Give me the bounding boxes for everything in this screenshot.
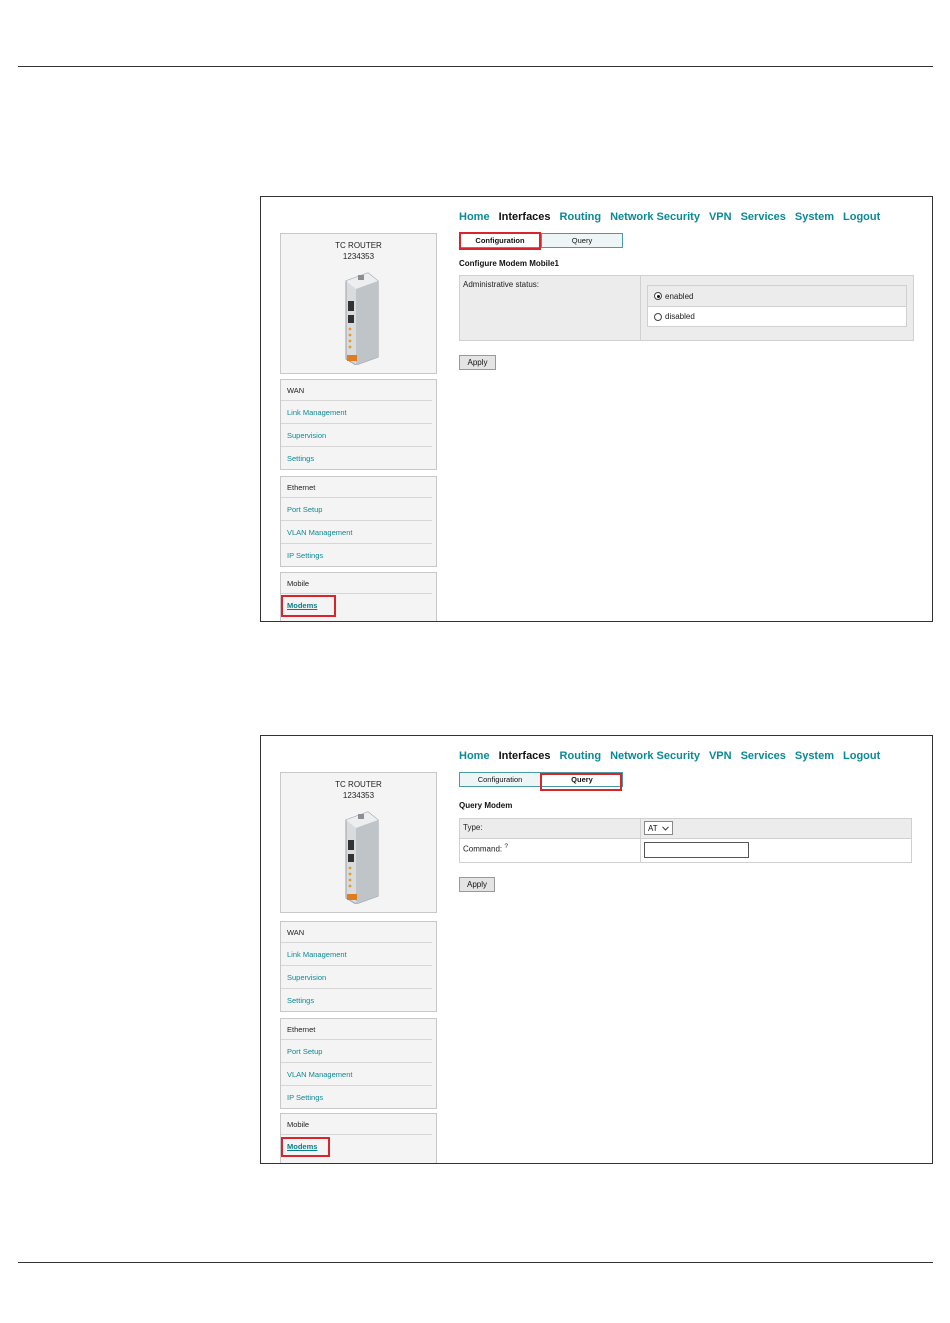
- menu-item-link-management[interactable]: Link Management: [281, 943, 432, 966]
- tab-configuration[interactable]: Configuration: [459, 772, 541, 787]
- admin-status-options: enabled disabled: [641, 276, 913, 340]
- menu-item-supervision[interactable]: Supervision: [281, 966, 432, 989]
- command-input[interactable]: [644, 842, 749, 858]
- nav-logout[interactable]: Logout: [843, 211, 880, 223]
- nav-home[interactable]: Home: [459, 750, 490, 762]
- router-device-icon: [345, 811, 379, 904]
- menu-item-settings[interactable]: Settings: [281, 989, 432, 1011]
- device-panel: TC ROUTER 1234353: [280, 772, 437, 913]
- menu-group-ethernet: Ethernet Port Setup VLAN Management IP S…: [280, 1018, 437, 1109]
- menu-item-port-setup[interactable]: Port Setup: [281, 498, 432, 521]
- option-enabled[interactable]: enabled: [648, 286, 906, 306]
- router-device-icon: [345, 272, 379, 365]
- command-label-cell: Command: ?: [460, 839, 641, 862]
- form-row-command: Command: ?: [460, 839, 911, 862]
- top-navigation: Home Interfaces Routing Network Security…: [459, 211, 880, 223]
- menu-heading-wan: WAN: [281, 380, 432, 401]
- device-id: 1234353: [342, 791, 375, 800]
- menu-item-ip-settings[interactable]: IP Settings: [281, 1086, 432, 1108]
- menu-item-ip-settings[interactable]: IP Settings: [281, 544, 432, 566]
- nav-routing[interactable]: Routing: [560, 750, 602, 762]
- menu-item-vlan-management[interactable]: VLAN Management: [281, 1063, 432, 1086]
- section-title-configure: Configure Modem Mobile1: [459, 259, 559, 268]
- nav-interfaces[interactable]: Interfaces: [499, 211, 551, 223]
- nav-network-security[interactable]: Network Security: [610, 211, 700, 223]
- menu-group-ethernet: Ethernet Port Setup VLAN Management IP S…: [280, 476, 437, 567]
- nav-network-security[interactable]: Network Security: [610, 750, 700, 762]
- device-name: TC ROUTER: [335, 780, 382, 789]
- radio-group: enabled disabled: [647, 285, 907, 327]
- option-disabled[interactable]: disabled: [648, 306, 906, 326]
- device-name: TC ROUTER: [335, 241, 382, 250]
- option-enabled-label: enabled: [665, 291, 694, 301]
- device-panel: TC ROUTER 1234353: [280, 233, 437, 374]
- tab-query[interactable]: Query: [541, 772, 623, 787]
- menu-heading-ethernet: Ethernet: [281, 1019, 432, 1040]
- radio-enabled[interactable]: [654, 292, 662, 300]
- menu-group-mobile: Mobile Modems: [280, 1113, 437, 1163]
- top-rule: [18, 66, 933, 67]
- menu-item-port-setup[interactable]: Port Setup: [281, 1040, 432, 1063]
- nav-home[interactable]: Home: [459, 211, 490, 223]
- command-value: [641, 839, 911, 862]
- menu-item-vlan-management[interactable]: VLAN Management: [281, 521, 432, 544]
- radio-disabled[interactable]: [654, 312, 662, 321]
- nav-services[interactable]: Services: [741, 211, 786, 223]
- menu-item-modems[interactable]: Modems: [281, 594, 432, 616]
- type-label: Type:: [460, 819, 641, 838]
- tab-bar: Configuration Query: [459, 233, 623, 248]
- option-disabled-label: disabled: [665, 312, 695, 321]
- command-label: Command:: [463, 844, 503, 854]
- menu-group-wan: WAN Link Management Supervision Settings: [280, 379, 437, 470]
- device-id: 1234353: [342, 252, 375, 261]
- nav-system[interactable]: System: [795, 211, 834, 223]
- section-title-query: Query Modem: [459, 801, 513, 810]
- menu-item-settings[interactable]: Settings: [281, 447, 432, 469]
- nav-vpn[interactable]: VPN: [709, 211, 732, 223]
- form-row-type: Type: AT: [460, 819, 911, 839]
- menu-item-modems[interactable]: Modems: [281, 1135, 432, 1157]
- menu-heading-mobile: Mobile: [281, 1114, 432, 1135]
- tab-bar: Configuration Query: [459, 772, 623, 787]
- nav-routing[interactable]: Routing: [560, 211, 602, 223]
- menu-heading-ethernet: Ethernet: [281, 477, 432, 498]
- menu-item-supervision[interactable]: Supervision: [281, 424, 432, 447]
- menu-heading-wan: WAN: [281, 922, 432, 943]
- menu-group-mobile: Mobile Modems: [280, 572, 437, 621]
- admin-status-label: Administrative status:: [460, 276, 641, 340]
- query-form: Type: AT Command: ?: [459, 818, 912, 863]
- type-select[interactable]: AT: [644, 821, 673, 835]
- apply-button[interactable]: Apply: [459, 355, 496, 370]
- menu-group-wan: WAN Link Management Supervision Settings: [280, 921, 437, 1012]
- menu-heading-mobile: Mobile: [281, 573, 432, 594]
- screenshot-query: Home Interfaces Routing Network Security…: [260, 735, 933, 1164]
- tab-configuration[interactable]: Configuration: [459, 233, 541, 248]
- apply-button[interactable]: Apply: [459, 877, 495, 892]
- help-icon[interactable]: ?: [504, 843, 508, 850]
- type-value: AT: [641, 819, 911, 838]
- screenshot-configuration: Home Interfaces Routing Network Security…: [260, 196, 933, 622]
- type-select-value: AT: [648, 823, 658, 833]
- nav-vpn[interactable]: VPN: [709, 750, 732, 762]
- nav-interfaces[interactable]: Interfaces: [499, 750, 551, 762]
- top-navigation: Home Interfaces Routing Network Security…: [459, 750, 880, 762]
- config-form: Administrative status: enabled disabled: [459, 275, 914, 341]
- menu-item-link-management[interactable]: Link Management: [281, 401, 432, 424]
- form-row-admin-status: Administrative status: enabled disabled: [460, 276, 913, 340]
- bottom-rule: [18, 1262, 933, 1263]
- nav-services[interactable]: Services: [741, 750, 786, 762]
- nav-system[interactable]: System: [795, 750, 834, 762]
- nav-logout[interactable]: Logout: [843, 750, 880, 762]
- chevron-down-icon: [661, 825, 669, 831]
- tab-query[interactable]: Query: [541, 233, 623, 248]
